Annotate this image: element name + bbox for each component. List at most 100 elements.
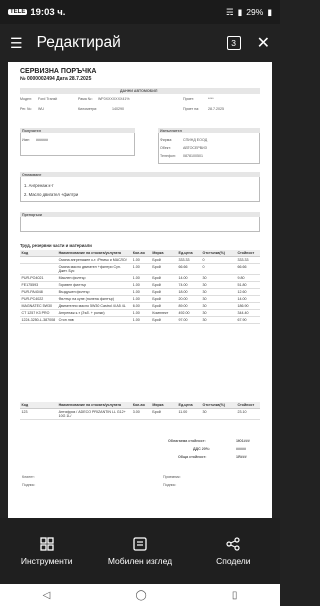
recv-label: Приет: xyxy=(183,97,195,101)
table-cell: 66.66 xyxy=(177,263,202,275)
table-cell: Маслен филтър xyxy=(57,274,132,282)
parts-row: FE175593 Горивен филтър 1.00 Брой 74.00 30 51.… xyxy=(20,281,260,289)
table-cell: 0 xyxy=(201,263,236,275)
parts-row: MAGNATEC 5W30 Двигателно масло 5W30 Castr… xyxy=(20,302,260,310)
table-cell: 23.10 xyxy=(235,408,260,420)
table-cell: PUR-PO4021 xyxy=(20,274,58,282)
parts-row: 1224-3250-L-387008 Стоп ляв 1.00 Брой 97.00 3… xyxy=(20,316,260,324)
table-cell: 1.00 xyxy=(131,295,151,303)
phone-label: Телефон: xyxy=(160,154,176,158)
parts-row: PUR-PC4022 Филтър на купе (полена филтър)… xyxy=(20,295,260,303)
mobile-view-icon xyxy=(133,536,147,551)
parts2-table: Код Наименование на стоката/услугата Кол… xyxy=(20,402,260,420)
grand-total-value: 1Я### xyxy=(236,455,247,459)
client-title: Получател xyxy=(22,129,42,133)
model-label: Модел: xyxy=(20,97,33,101)
table-cell: 66.66 xyxy=(235,263,260,275)
total-value: 1Ю1### xyxy=(236,439,250,443)
table-cell: Брой xyxy=(150,281,178,289)
table-cell: Брой xyxy=(150,295,178,303)
executor-title: Изпълнител xyxy=(160,129,182,133)
table-cell: 30 xyxy=(201,274,236,282)
document-page[interactable]: СЕРВИЗНА ПОРЪЧКА № 0000002494 Дата 28.7.… xyxy=(8,62,272,518)
doc-title: СЕРВИЗНА ПОРЪЧКА xyxy=(20,68,97,75)
table-cell: Ангренаж к-т (Зъб. + ролки) xyxy=(57,309,132,317)
client-signature-label: Подпис: xyxy=(22,483,36,487)
table-cell: 18.00 xyxy=(177,288,202,296)
table-cell: FE175593 xyxy=(20,281,58,289)
clock: 19:03 ч. xyxy=(30,6,66,18)
obj-label: Обект: xyxy=(160,146,172,150)
parts-row: PUR-PA4048 Въздушен филтър 1.00 Брой 18.00 30… xyxy=(20,288,260,296)
home-icon[interactable]: ◯ xyxy=(135,590,146,601)
table-cell: Двигателно масло 5W30 Castrol 4l A5 4L xyxy=(57,302,132,310)
table-cell: 74.00 xyxy=(177,281,202,289)
table-cell: 30 xyxy=(201,316,236,324)
share-label: Сподели xyxy=(216,555,251,566)
table-cell: 1.00 xyxy=(131,316,151,324)
table-cell: 30 xyxy=(201,295,236,303)
table-cell: 0 xyxy=(201,256,236,264)
table-cell: 1.00 xyxy=(131,274,151,282)
obj-value: АВТОСЕРВИЗ xyxy=(183,146,207,150)
recv-value: **** xyxy=(208,97,214,101)
carrier-badge: TELE xyxy=(8,9,28,15)
client-name-label: Име: xyxy=(22,138,31,142)
table-cell: Брой xyxy=(150,288,178,296)
table-cell: 344.40 xyxy=(235,309,260,317)
table-cell: 12.60 xyxy=(235,288,260,296)
issues-header xyxy=(20,172,260,177)
parts-row: Смяна масло двигател +филтри Суп. Джет. … xyxy=(20,263,260,275)
table-cell: 30 xyxy=(201,408,236,420)
table-cell: 333.33 xyxy=(235,256,260,264)
table-cell: 1.00 xyxy=(131,256,151,264)
receiver-signature-label: Подпис: xyxy=(163,483,177,487)
table-cell: 3.00 xyxy=(131,408,151,420)
battery-level: 29% xyxy=(246,7,264,17)
table-cell: 14.00 xyxy=(235,295,260,303)
parts-row: CT 1257 K3 PRO Ангренаж к-т (Зъб. + ролки… xyxy=(20,309,260,317)
phone-value: 0878100501 xyxy=(183,154,203,158)
tools-button[interactable]: Инструменти xyxy=(0,518,93,584)
table-cell xyxy=(20,263,58,275)
status-right: ☴ ▮ 29% ▮ xyxy=(226,7,272,18)
table-cell: PUR-PC4022 xyxy=(20,295,58,303)
table-cell: 30 xyxy=(201,309,236,317)
plate-value: WF0XXXXXXX41% xyxy=(98,97,130,101)
recents-icon[interactable]: ▯ xyxy=(232,590,238,601)
table-cell: 30 xyxy=(201,281,236,289)
grand-total-label: Обща стойност: xyxy=(178,455,207,459)
receiver-label: Приемник: xyxy=(163,475,181,479)
pages-button[interactable]: 3 xyxy=(226,36,241,50)
table-cell: 9.80 xyxy=(235,274,260,282)
issue-item: 1. Ангренаж к-т xyxy=(24,183,54,188)
recommendations-header xyxy=(20,212,260,217)
table-cell: CT 1257 K3 PRO xyxy=(20,309,58,317)
km-value: 140290 xyxy=(112,107,124,111)
table-cell xyxy=(20,256,58,264)
table-cell: 67.90 xyxy=(235,316,260,324)
parts-row: PUR-PO4021 Маслен филтър 1.00 Брой 14.00 30 9.… xyxy=(20,274,260,282)
top-bar: ☰ Редактирай 3 ✕ xyxy=(0,24,280,62)
mobile-view-button[interactable]: Мобилен изглед xyxy=(93,518,186,584)
table-cell: Брой xyxy=(150,316,178,324)
signal-icon: ▮ xyxy=(237,6,243,17)
reg-label: Рег. №: xyxy=(20,107,32,111)
table-cell: Брой xyxy=(150,408,178,420)
share-button[interactable]: Сподели xyxy=(187,518,280,584)
vat-label: ДДС 20%: xyxy=(193,447,211,451)
total-label: Облагаема стойност: xyxy=(168,439,206,443)
table-cell: Комплект xyxy=(150,309,178,317)
issues-title: Оплакване xyxy=(22,173,42,177)
table-cell: 51.80 xyxy=(235,281,260,289)
battery-icon: ▮ xyxy=(267,6,272,17)
table-cell: 6.00 xyxy=(131,302,151,310)
client-name-value: ###### xyxy=(36,138,48,142)
close-icon[interactable]: ✕ xyxy=(257,33,270,53)
menu-icon[interactable]: ☰ xyxy=(10,35,23,52)
table-cell: Стоп ляв xyxy=(57,316,132,324)
firm-label: Фирма: xyxy=(160,138,173,142)
vehicle-header-label: ДАННИ АВТОМОБИЛ xyxy=(120,89,158,93)
table-cell: MAGNATEC 5W30 xyxy=(20,302,58,310)
back-icon[interactable]: ◁ xyxy=(43,590,51,601)
